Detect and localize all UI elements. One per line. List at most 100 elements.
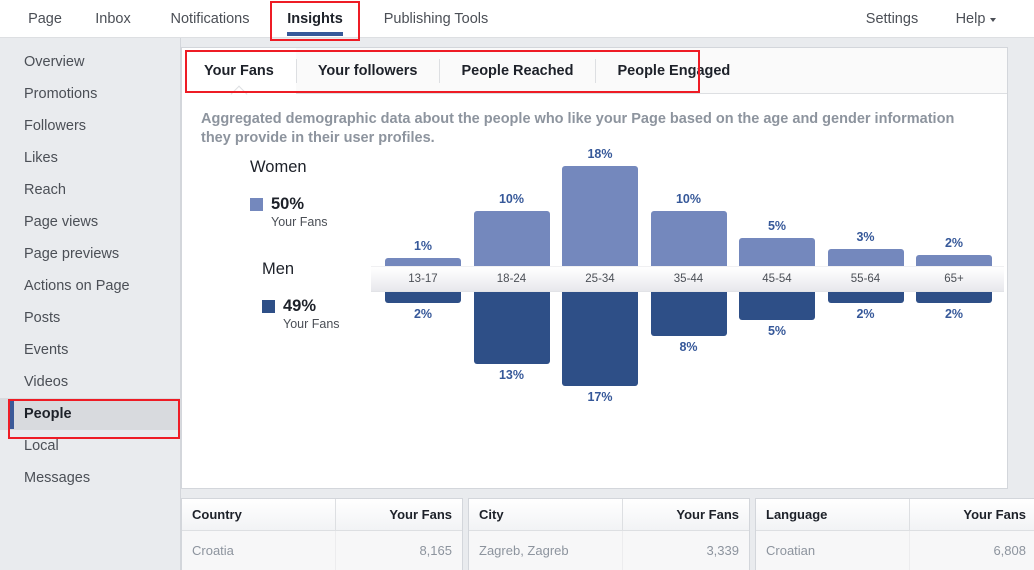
bar-label-women-35-44: 10% bbox=[675, 191, 702, 206]
sidebar-item-local[interactable]: Local bbox=[0, 430, 181, 462]
sidebar-item-label: Messages bbox=[24, 470, 91, 486]
bar-label-women-25-34: 18% bbox=[587, 147, 613, 162]
tab-label: Your followers bbox=[317, 62, 418, 79]
tab-your-followers[interactable]: Your followers bbox=[295, 48, 440, 94]
column-header-city[interactable]: City bbox=[469, 499, 623, 530]
table-row: Zagreb, Zagreb 3,339 bbox=[469, 531, 749, 570]
topnav-item-settings[interactable]: Settings bbox=[856, 0, 928, 38]
sidebar-item-posts[interactable]: Posts bbox=[0, 302, 181, 334]
sidebar-item-actions-on-page[interactable]: Actions on Page bbox=[0, 270, 181, 302]
table-language: Language Your Fans Croatian 6,808 bbox=[755, 498, 1034, 570]
people-tab-bar: Your Fans Your followers People Reached Peo… bbox=[182, 47, 1007, 94]
cell-name: Croatia bbox=[182, 531, 336, 570]
topnav-item-help[interactable]: Help bbox=[948, 0, 1004, 38]
sidebar-item-label: Likes bbox=[24, 150, 58, 166]
cell-value: 3,339 bbox=[706, 543, 739, 558]
bar-label-men-25-34: 17% bbox=[587, 390, 613, 405]
bar-women-25-34[interactable] bbox=[562, 166, 638, 266]
cell-name: Croatian bbox=[756, 531, 910, 570]
sidebar-item-label: Promotions bbox=[24, 86, 98, 102]
bar-men-65+[interactable] bbox=[916, 292, 992, 304]
axis-label-45-54: 45-54 bbox=[762, 273, 792, 285]
topnav-item-notifications[interactable]: Notifications bbox=[150, 0, 270, 38]
bar-label-men-18-24: 13% bbox=[498, 368, 525, 383]
sidebar-item-page-previews[interactable]: Page previews bbox=[0, 238, 181, 270]
bar-label-women-13-17: 1% bbox=[413, 239, 433, 253]
axis-label-25-34: 25-34 bbox=[585, 273, 615, 285]
axis-label-65+: 65+ bbox=[944, 273, 964, 285]
tab-your-fans[interactable]: Your Fans bbox=[182, 47, 296, 94]
topnav-item-page[interactable]: Page bbox=[14, 0, 76, 38]
bar-men-35-44[interactable] bbox=[650, 292, 727, 337]
bar-men-55-64[interactable] bbox=[827, 292, 904, 304]
bar-women-45-54[interactable] bbox=[739, 238, 815, 266]
topnav-item-label: Notifications bbox=[170, 11, 250, 27]
table-row: Croatia 8,165 bbox=[182, 531, 462, 570]
age-gender-chart: Women 50% Your Fans Men 49% Your Fans 1%… bbox=[182, 144, 1009, 444]
sidebar-item-people[interactable]: People bbox=[0, 398, 181, 430]
bar-women-35-44[interactable] bbox=[650, 210, 727, 266]
tab-label: People Engaged bbox=[617, 62, 731, 79]
bar-men-25-34[interactable] bbox=[562, 292, 638, 387]
active-tab-underline bbox=[287, 32, 343, 36]
tab-people-engaged[interactable]: People Engaged bbox=[595, 48, 752, 94]
sidebar-item-page-views[interactable]: Page views bbox=[0, 206, 181, 238]
fans-demographics-card: Your Fans Your followers People Reached Peo… bbox=[181, 47, 1008, 489]
tab-label: Your Fans bbox=[204, 62, 274, 79]
table-header-row: Language Your Fans bbox=[756, 499, 1034, 531]
column-header-your-fans[interactable]: Your Fans bbox=[623, 499, 749, 530]
sidebar-item-label: Followers bbox=[24, 118, 87, 134]
column-header-your-fans[interactable]: Your Fans bbox=[336, 499, 462, 530]
cell-value: 8,165 bbox=[419, 543, 452, 558]
bar-women-13-17[interactable] bbox=[385, 258, 461, 266]
topnav-item-label: Settings bbox=[865, 11, 919, 27]
topnav-item-insights[interactable]: Insights bbox=[274, 0, 356, 38]
bar-women-65+[interactable] bbox=[916, 254, 992, 266]
sidebar-item-followers[interactable]: Followers bbox=[0, 110, 181, 142]
bar-men-18-24[interactable] bbox=[473, 292, 550, 365]
sidebar-item-label: Videos bbox=[24, 374, 69, 390]
sidebar-item-events[interactable]: Events bbox=[0, 334, 181, 366]
cell-value: 6,808 bbox=[993, 543, 1026, 558]
tab-label: People Reached bbox=[461, 62, 574, 79]
axis-label-35-44: 35-44 bbox=[673, 273, 704, 285]
sidebar-item-label: People bbox=[24, 406, 72, 422]
table-header-row: City Your Fans bbox=[469, 499, 749, 531]
sidebar-item-videos[interactable]: Videos bbox=[0, 366, 181, 398]
insights-sidebar: Overview Promotions Followers Likes Reach Pag… bbox=[0, 38, 181, 570]
table-header-row: Country Your Fans bbox=[182, 499, 462, 531]
table-city: City Your Fans Zagreb, Zagreb 3,339 bbox=[468, 498, 750, 570]
bar-men-13-17[interactable] bbox=[385, 292, 461, 304]
axis-label-13-17: 13-17 bbox=[408, 273, 438, 285]
sidebar-item-label: Page views bbox=[24, 214, 99, 230]
axis-label-18-24: 18-24 bbox=[496, 273, 527, 285]
sidebar-item-overview[interactable]: Overview bbox=[0, 46, 181, 78]
topnav-item-publishing-tools[interactable]: Publishing Tools bbox=[360, 0, 512, 38]
sidebar-item-promotions[interactable]: Promotions bbox=[0, 78, 181, 110]
bar-women-55-64[interactable] bbox=[827, 249, 904, 266]
topnav-item-label: Inbox bbox=[95, 11, 131, 27]
column-header-language[interactable]: Language bbox=[756, 499, 910, 530]
column-header-country[interactable]: Country bbox=[182, 499, 336, 530]
column-header-your-fans[interactable]: Your Fans bbox=[910, 499, 1034, 530]
bar-label-men-55-64: 2% bbox=[856, 307, 875, 322]
topnav-item-label: Page bbox=[28, 11, 62, 27]
sidebar-item-label: Posts bbox=[24, 310, 61, 326]
bar-label-men-13-17: 2% bbox=[413, 307, 433, 322]
topnav-item-inbox[interactable]: Inbox bbox=[80, 0, 146, 38]
chevron-down-icon bbox=[990, 18, 997, 22]
bar-label-men-45-54: 5% bbox=[767, 323, 787, 338]
tab-people-reached[interactable]: People Reached bbox=[439, 48, 595, 94]
topnav-item-label: Help bbox=[955, 11, 986, 27]
sidebar-item-label: Page previews bbox=[24, 246, 120, 262]
cell-name: Zagreb, Zagreb bbox=[469, 531, 623, 570]
bar-women-18-24[interactable] bbox=[473, 210, 550, 266]
sidebar-item-likes[interactable]: Likes bbox=[0, 142, 181, 174]
bar-label-women-55-64: 3% bbox=[856, 230, 875, 245]
sidebar-item-reach[interactable]: Reach bbox=[0, 174, 181, 206]
bar-men-45-54[interactable] bbox=[739, 292, 815, 320]
sidebar-item-messages[interactable]: Messages bbox=[0, 462, 181, 494]
topnav-item-label: Publishing Tools bbox=[383, 11, 489, 27]
sidebar-item-label: Events bbox=[24, 342, 69, 358]
bar-label-men-35-44: 8% bbox=[679, 340, 698, 355]
